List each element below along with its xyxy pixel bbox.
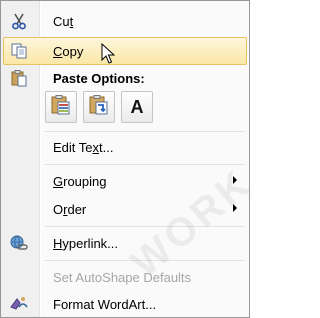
menu-item-format-wordart[interactable]: Format WordArt...: [3, 290, 247, 317]
menu-item-label: Grouping: [53, 173, 107, 189]
submenu-arrow-icon: [233, 204, 237, 212]
menu-item-label: Order: [53, 201, 87, 217]
paste-options-row: A: [45, 91, 153, 125]
submenu-arrow-icon: [233, 176, 237, 184]
paste-keep-source-icon: [88, 94, 110, 121]
paste-destination-theme-icon: [50, 94, 72, 121]
menu-item-copy[interactable]: Copy: [3, 37, 247, 65]
paste-use-destination-theme-button[interactable]: [45, 91, 77, 123]
menu-separator: [45, 226, 245, 227]
copy-icon: [9, 41, 29, 61]
menu-item-label: Copy: [53, 43, 84, 59]
menu-item-label: Hyperlink...: [53, 235, 119, 251]
menu-section-paste-options: Paste Options:: [3, 64, 247, 92]
menu-item-label: Cut: [53, 13, 74, 29]
paste-text-only-icon: A: [130, 96, 144, 117]
menu-item-order[interactable]: Order: [3, 195, 247, 223]
menu-separator: [45, 260, 245, 261]
menu-separator: [45, 164, 245, 165]
paste-icon: [9, 68, 29, 88]
menu-item-cut[interactable]: Cut: [3, 7, 247, 35]
paste-text-only-button[interactable]: A: [121, 91, 153, 123]
format-wordart-icon: [9, 294, 29, 314]
scissors-icon: [9, 11, 29, 31]
menu-item-edit-text[interactable]: Edit Text...: [3, 133, 247, 161]
menu-item-label: Format WordArt...: [53, 296, 157, 312]
menu-separator: [45, 131, 245, 132]
menu-item-label: Edit Text...: [53, 139, 114, 155]
paste-keep-source-formatting-button[interactable]: [83, 91, 115, 123]
menu-item-set-autoshape-defaults: Set AutoShape Defaults: [3, 263, 247, 291]
menu-item-hyperlink[interactable]: Hyperlink...: [3, 229, 247, 257]
menu-item-grouping[interactable]: Grouping: [3, 167, 247, 195]
menu-item-label: Set AutoShape Defaults: [53, 269, 192, 285]
context-menu: Cut Copy Paste Options: A Edit Text... G…: [0, 0, 250, 318]
hyperlink-icon: [9, 233, 29, 253]
menu-item-label: Paste Options:: [53, 70, 145, 86]
